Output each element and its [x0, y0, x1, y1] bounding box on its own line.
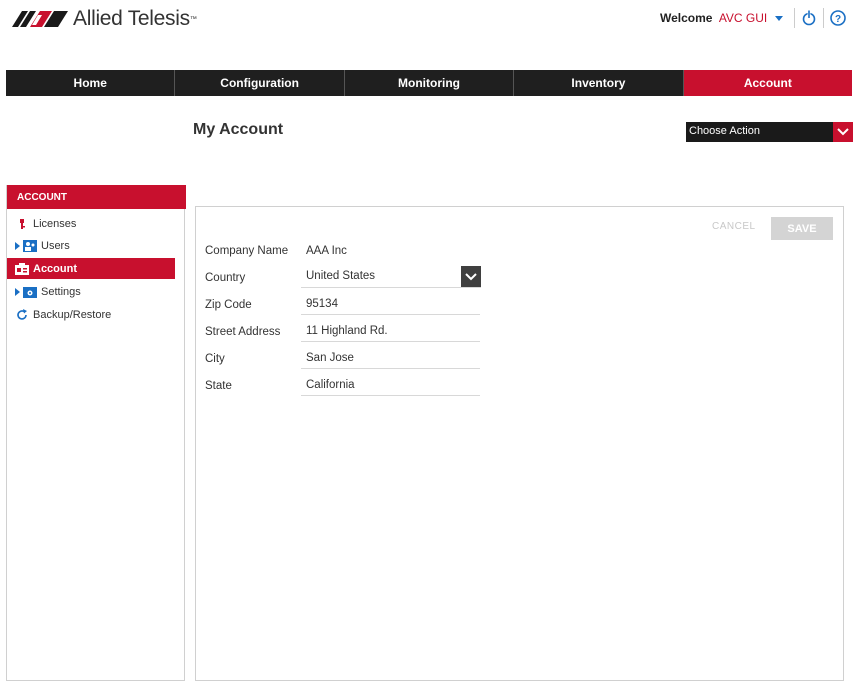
sidebar-item-backup-restore[interactable]: Backup/Restore: [7, 304, 175, 325]
tab-configuration[interactable]: Configuration: [175, 70, 345, 96]
state-input[interactable]: [301, 374, 480, 396]
choose-action-select[interactable]: Choose Action: [686, 122, 853, 142]
user-name[interactable]: AVC GUI: [719, 11, 767, 25]
city-input[interactable]: [301, 347, 480, 369]
city-label: City: [205, 353, 225, 365]
tab-home[interactable]: Home: [6, 70, 176, 96]
key-icon: [15, 218, 29, 230]
header-divider: [794, 8, 795, 28]
sidebar: ACCOUNT Licenses Users Account Settings …: [6, 185, 186, 681]
page-title: My Account: [193, 121, 284, 138]
sidebar-header: ACCOUNT: [7, 185, 186, 209]
sidebar-item-label: Backup/Restore: [33, 308, 112, 321]
sidebar-item-label: Users: [41, 239, 70, 252]
sidebar-item-label: Account: [33, 262, 77, 275]
settings-folder-icon: [23, 286, 37, 298]
refresh-icon: [15, 308, 29, 321]
country-value: United States: [306, 270, 376, 282]
logo-mark-icon: [12, 11, 68, 27]
welcome-label: Welcome: [660, 11, 713, 25]
save-button[interactable]: SAVE: [771, 217, 833, 240]
sidebar-item-settings[interactable]: Settings: [7, 281, 175, 302]
street-address-input[interactable]: [301, 320, 480, 342]
state-label: State: [205, 380, 232, 392]
logo-text: Allied Telesis: [73, 7, 190, 30]
main-nav: Home Configuration Monitoring Inventory …: [6, 70, 853, 96]
expand-arrow-icon[interactable]: [15, 241, 20, 250]
street-address-label: Street Address: [205, 326, 281, 338]
caret-down-icon[interactable]: [774, 16, 783, 22]
sidebar-item-label: Licenses: [33, 217, 77, 230]
sidebar-item-label: Settings: [41, 285, 81, 298]
account-form-panel: [195, 206, 844, 681]
company-name-label: Company Name: [205, 245, 289, 257]
logo-trademark: ™: [189, 15, 197, 23]
tab-monitoring[interactable]: Monitoring: [344, 70, 515, 96]
sidebar-item-licenses[interactable]: Licenses: [7, 213, 175, 234]
sidebar-item-account[interactable]: Account: [7, 258, 175, 279]
country-label: Country: [205, 272, 246, 284]
tab-inventory[interactable]: Inventory: [514, 70, 684, 96]
chevron-down-icon[interactable]: [461, 266, 481, 287]
header-divider: [823, 8, 824, 28]
svg-text:?: ?: [835, 14, 841, 25]
allied-telesis-logo: Allied Telesis ™: [12, 7, 197, 30]
sidebar-item-users[interactable]: Users: [7, 235, 175, 256]
expand-arrow-icon[interactable]: [15, 287, 20, 296]
choose-action-label: Choose Action: [689, 125, 760, 137]
tab-account[interactable]: Account: [683, 70, 853, 96]
country-select[interactable]: United States: [301, 266, 481, 288]
logout-icon[interactable]: [800, 9, 818, 27]
help-icon[interactable]: ?: [829, 9, 847, 27]
chevron-down-icon[interactable]: [833, 122, 853, 142]
company-name-value: AAA Inc: [306, 245, 347, 257]
zip-code-label: Zip Code: [205, 299, 252, 311]
users-icon: [23, 239, 37, 252]
account-icon: [15, 262, 29, 275]
cancel-button[interactable]: CANCEL: [712, 221, 756, 232]
zip-code-input[interactable]: [301, 293, 480, 315]
welcome-menu[interactable]: Welcome AVC GUI: [660, 11, 783, 25]
